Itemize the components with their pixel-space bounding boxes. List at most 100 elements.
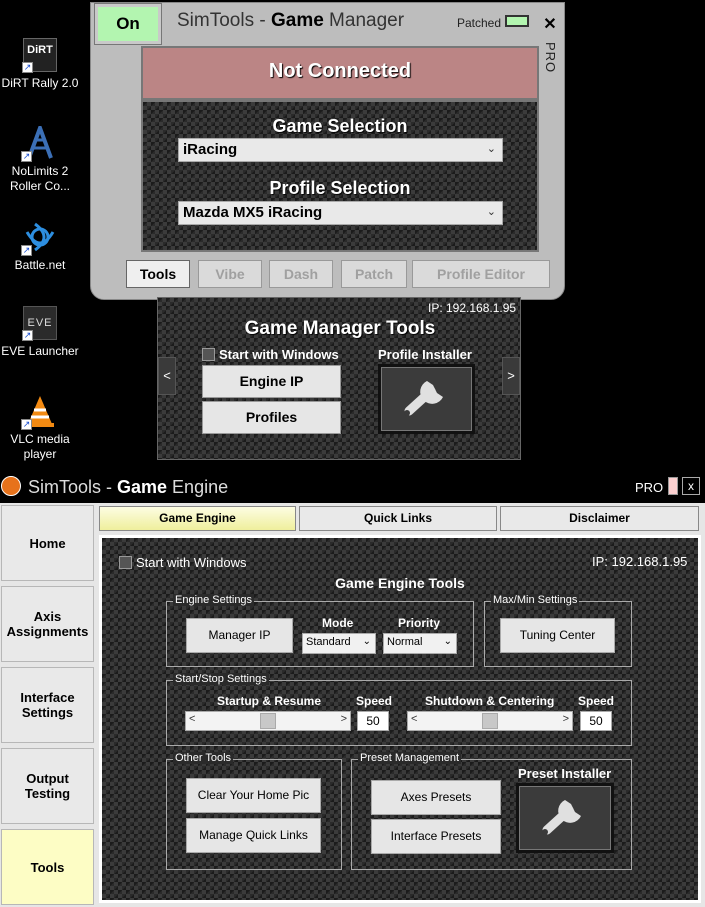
maxmin-settings-group: Max/Min Settings Tuning Center: [484, 594, 632, 667]
game-selection-dropdown[interactable]: iRacing ⌄: [178, 138, 503, 162]
simtools-logo-icon: [1, 476, 21, 496]
selection-panel: Game Selection iRacing ⌄ Profile Selecti…: [141, 100, 539, 252]
tab-vibe[interactable]: Vibe: [198, 260, 262, 288]
sidebar-item-axis-assignments[interactable]: Axis Assignments: [1, 586, 94, 662]
checkbox-icon: [119, 556, 132, 569]
tuning-center-button[interactable]: Tuning Center: [500, 618, 615, 653]
shutdown-centering-label: Shutdown & Centering: [425, 694, 555, 708]
tab-dash[interactable]: Dash: [269, 260, 333, 288]
tools-title: Game Engine Tools: [335, 575, 465, 591]
desktop-icon-label: VLC media player: [10, 432, 70, 461]
chevron-down-icon: ⌄: [486, 206, 496, 218]
other-tools-group: Other Tools Clear Your Home Pic Manage Q…: [166, 752, 342, 870]
tab-game-engine[interactable]: Game Engine: [99, 506, 296, 531]
sidebar-item-tools[interactable]: Tools: [1, 829, 94, 905]
chevron-down-icon: ⌄: [443, 636, 452, 647]
group-label: Start/Stop Settings: [173, 673, 269, 685]
scroll-right-icon[interactable]: >: [341, 713, 347, 725]
wrench-icon: [542, 800, 581, 835]
engine-settings-group: Engine Settings Manager IP Mode Standard…: [166, 594, 474, 667]
nolimits-icon: ↗: [21, 122, 57, 162]
game-engine-tools-panel: Start with Windows IP: 192.168.1.95 Game…: [99, 535, 701, 903]
start-with-windows-checkbox[interactable]: Start with Windows: [119, 555, 247, 570]
mode-dropdown[interactable]: Standard ⌄: [302, 633, 376, 654]
game-selection-label: Game Selection: [272, 116, 408, 136]
pro-indicator: [668, 477, 678, 495]
shutdown-speed-slider[interactable]: < >: [407, 711, 573, 731]
chevron-down-icon: ⌄: [486, 143, 496, 155]
slider-thumb[interactable]: [260, 713, 276, 729]
desktop-icon-nolimits[interactable]: ↗ NoLimits 2 Roller Co...: [0, 122, 80, 194]
startup-speed-value[interactable]: 50: [357, 711, 389, 731]
startup-speed-slider[interactable]: < >: [185, 711, 351, 731]
startstop-settings-group: Start/Stop Settings Startup & Resume Spe…: [166, 673, 632, 746]
close-button[interactable]: x: [682, 477, 700, 495]
prev-arrow-button[interactable]: <: [158, 357, 176, 395]
next-arrow-button[interactable]: >: [502, 357, 520, 395]
scroll-left-icon[interactable]: <: [189, 713, 195, 725]
chevron-down-icon: ⌄: [362, 636, 371, 647]
preset-installer-label: Preset Installer: [518, 766, 612, 781]
priority-label: Priority: [398, 616, 441, 630]
group-label: Other Tools: [173, 752, 234, 764]
tab-patch[interactable]: Patch: [341, 260, 407, 288]
desktop-icon-battlenet[interactable]: ↗ Battle.net: [0, 220, 80, 273]
eve-icon: EVE ↗: [22, 306, 57, 341]
profile-installer-label: Profile Installer: [378, 347, 472, 362]
game-manager-tools-panel: IP: 192.168.1.95 Game Manager Tools Star…: [157, 297, 521, 460]
shortcut-arrow-icon: ↗: [22, 330, 33, 341]
profiles-button[interactable]: Profiles: [202, 401, 341, 434]
desktop-icon-label: EVE Launcher: [1, 344, 79, 358]
manage-quick-links-button[interactable]: Manage Quick Links: [186, 818, 321, 853]
game-manager-title: SimTools - Game Manager: [177, 10, 405, 31]
interface-presets-button[interactable]: Interface Presets: [371, 819, 501, 854]
start-with-windows-checkbox[interactable]: Start with Windows: [202, 347, 339, 362]
slider-thumb[interactable]: [482, 713, 498, 729]
profile-selection-dropdown[interactable]: Mazda MX5 iRacing ⌄: [178, 201, 503, 225]
axes-presets-button[interactable]: Axes Presets: [371, 780, 501, 815]
desktop-icon-label: NoLimits 2 Roller Co...: [9, 164, 71, 193]
dirt-rally-icon: DiRT ↗: [22, 38, 57, 73]
close-icon: ✕: [543, 16, 557, 33]
connection-status: Not Connected: [141, 46, 539, 100]
shortcut-arrow-icon: ↗: [21, 419, 32, 430]
profile-installer-button[interactable]: [378, 364, 475, 434]
desktop-icon-eve[interactable]: EVE ↗ EVE Launcher: [0, 306, 80, 359]
desktop-icon-dirt-rally[interactable]: DiRT ↗ DiRT Rally 2.0: [0, 38, 80, 91]
pro-label: PRO: [635, 480, 664, 495]
close-icon: x: [688, 479, 694, 493]
sidebar-item-interface-settings[interactable]: Interface Settings: [1, 667, 94, 743]
startup-resume-label: Startup & Resume: [217, 694, 322, 708]
manager-ip-button[interactable]: Manager IP: [186, 618, 293, 653]
group-label: Max/Min Settings: [491, 594, 580, 606]
on-button[interactable]: On: [94, 3, 162, 45]
tab-tools[interactable]: Tools: [126, 260, 190, 288]
priority-dropdown[interactable]: Normal ⌄: [383, 633, 457, 654]
shortcut-arrow-icon: ↗: [21, 151, 32, 162]
engine-ip-button[interactable]: Engine IP: [202, 365, 341, 398]
tab-quick-links[interactable]: Quick Links: [299, 506, 497, 531]
group-label: Preset Management: [358, 752, 462, 764]
battlenet-icon: ↗: [21, 220, 57, 256]
shutdown-speed-value[interactable]: 50: [580, 711, 612, 731]
pro-label: PRO: [543, 42, 558, 74]
preset-management-group: Preset Management Axes Presets Interface…: [351, 752, 632, 870]
scroll-right-icon[interactable]: >: [563, 713, 569, 725]
preset-installer-button[interactable]: [516, 783, 614, 853]
patched-label: Patched: [457, 16, 502, 30]
desktop-icon-vlc[interactable]: ↗ VLC media player: [0, 394, 80, 462]
scroll-left-icon[interactable]: <: [411, 713, 417, 725]
sidebar-item-output-testing[interactable]: Output Testing: [1, 748, 94, 824]
wrench-icon: [404, 381, 443, 416]
tab-profile-editor[interactable]: Profile Editor: [412, 260, 550, 288]
sidebar-item-home[interactable]: Home: [1, 505, 94, 581]
checkbox-icon: [202, 348, 215, 361]
clear-home-pic-button[interactable]: Clear Your Home Pic: [186, 778, 321, 813]
ip-address: IP: 192.168.1.95: [428, 301, 517, 315]
vlc-icon: ↗: [21, 394, 57, 430]
profile-selection-label: Profile Selection: [269, 178, 411, 198]
tab-disclaimer[interactable]: Disclaimer: [500, 506, 699, 531]
group-label: Engine Settings: [173, 594, 255, 606]
close-button[interactable]: ✕: [540, 14, 560, 34]
patched-indicator: [505, 15, 529, 27]
